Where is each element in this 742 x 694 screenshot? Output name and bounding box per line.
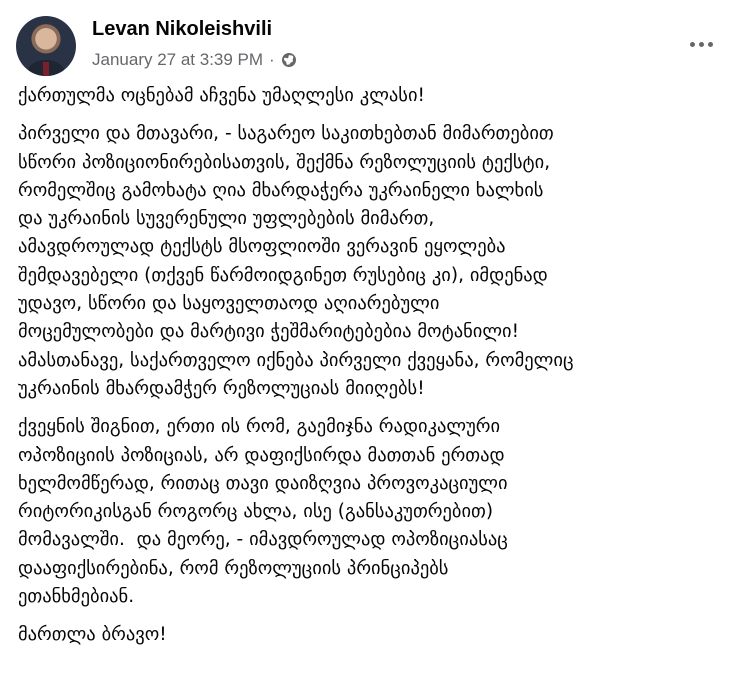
post-text-line: ხელმომწერად, რითაც თავი დაიზღვია პროვოკა… [18, 472, 508, 494]
post-text-line: უკრაინის მხარდამჭერ რეზოლუციას მიიღებს! [18, 377, 425, 399]
more-dot [707, 41, 713, 47]
post-text-line: ამასთანავე, საქართველო იქნება პირველი ქვ… [18, 349, 574, 371]
post-paragraph: მართლა ბრავო! [18, 621, 730, 649]
post-text-line: სწორი პოზიციონირებისათვის, შექმნა რეზოლუ… [18, 151, 551, 173]
more-dot [698, 41, 704, 47]
post-meta: January 27 at 3:39 PM · [92, 50, 297, 70]
more-options-button[interactable] [684, 34, 718, 54]
post-text-line: მოცემულობები და მარტივი ჭეშმარიტებებია მ… [18, 321, 520, 343]
post-text-line: ოპოზიციის პოზიციას, არ დაფიქსირდა მათთან… [18, 444, 505, 466]
post-header: Levan Nikoleishvili January 27 at 3:39 P… [16, 12, 726, 76]
post-text-line: მართლა ბრავო! [18, 624, 167, 646]
post-body: ქართულმა ოცნებამ აჩვენა უმაღლესი კლასი! პ… [18, 82, 730, 660]
meta-separator: · [269, 50, 275, 69]
post-paragraph: პირველი და მთავარი, - საგარეო საკითხებთა… [18, 120, 730, 403]
post-text-line: და უკრაინის სუვერენული უფლებების მიმართ, [18, 208, 435, 230]
avatar-tie [43, 62, 49, 76]
post-text-line: ქართულმა ოცნებამ აჩვენა უმაღლესი კლასი! [18, 85, 425, 106]
post-text-line: უდავო, სწორი და საყოველთაოდ აღიარებული [18, 293, 440, 315]
avatar[interactable] [16, 16, 76, 76]
facebook-post: Levan Nikoleishvili January 27 at 3:39 P… [0, 0, 742, 694]
more-dot [689, 41, 695, 47]
post-timestamp[interactable]: January 27 at 3:39 PM [92, 50, 263, 70]
post-text-line: ამავდროულად ტექსტს მსოფლიოში ვერავინ ეყო… [18, 236, 506, 258]
post-text-line: რიტორიკისგან როგორც ახლა, ისე (განსაკუთრ… [18, 501, 494, 523]
post-paragraph: ქვეყნის შიგნით, ერთი ის რომ, გაემიჯნა რა… [18, 413, 730, 611]
post-text-line: რომელშიც გამოხატა ღია მხარდაჭერა უკრაინე… [18, 179, 544, 201]
globe-icon[interactable] [281, 52, 297, 68]
post-text-line: ეთანხმებიან. [18, 586, 135, 608]
author-name[interactable]: Levan Nikoleishvili [92, 18, 272, 41]
post-paragraph: ქართულმა ოცნებამ აჩვენა უმაღლესი კლასი! [18, 82, 730, 110]
post-text-line: შემდავებელი (თქვენ წარმოიდგინეთ რუსებიც … [18, 264, 548, 286]
post-text-line: ქვეყნის შიგნით, ერთი ის რომ, გაემიჯნა რა… [18, 416, 501, 438]
post-text-line: პირველი და მთავარი, - საგარეო საკითხებთა… [18, 123, 554, 145]
post-text-line: მომავალში. და მეორე, - იმავდროულად ოპოზი… [18, 529, 508, 551]
post-text-line: დააფიქსირებინა, რომ რეზოლუციის პრინციპებ… [18, 557, 449, 579]
